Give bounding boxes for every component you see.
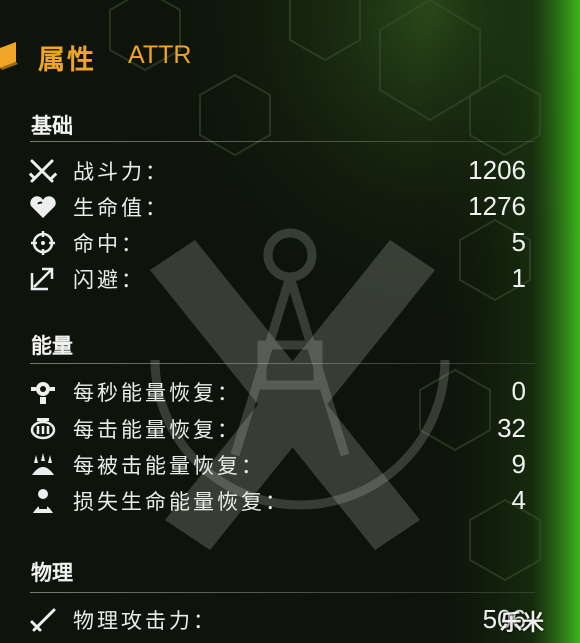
stat-value: 32 [497, 413, 526, 443]
dodge-arrow-icon [30, 267, 54, 291]
stat-label: 命中： [73, 232, 145, 256]
energy-per-hit-icon [30, 418, 56, 440]
section-divider [30, 141, 535, 142]
panel-title: 属性 [38, 45, 96, 76]
stat-label: 生命值： [73, 196, 169, 220]
crossed-swords-icon [28, 159, 58, 183]
stat-label: 战斗力： [73, 160, 169, 184]
section-title-energy: 能量 [31, 333, 73, 358]
crosshair-icon [31, 231, 55, 255]
stat-row-energy-on-hp-loss: 损失生命能量恢复： 4 [28, 484, 528, 518]
stat-value: 1 [511, 263, 526, 293]
site-watermark: 乐米 [500, 611, 545, 636]
stat-row-energy-per-hit: 每击能量恢复： 32 [28, 412, 528, 446]
stat-value: 0 [511, 376, 526, 406]
sword-icon [30, 608, 56, 632]
attribute-panel: 属性 ATTR 基础 战斗力： 1206 生命值： 1276 命中： 5 闪避：… [0, 0, 580, 643]
stat-row-energy-per-second: 每秒能量恢复： 0 [28, 375, 528, 409]
section-title-basic: 基础 [31, 113, 73, 138]
stat-row-energy-when-hit: 每被击能量恢复： 9 [28, 448, 528, 482]
panel-title-english: ATTR [128, 41, 192, 69]
cube-icon [0, 42, 18, 70]
stat-value: 5 [511, 227, 526, 257]
stat-value: 1206 [468, 155, 526, 185]
stat-label: 闪避： [73, 268, 145, 292]
stat-row-accuracy: 命中： 5 [28, 226, 528, 260]
section-divider [30, 363, 535, 364]
stat-row-combat-power: 战斗力： 1206 [28, 154, 528, 188]
stat-label: 物理攻击力： [73, 609, 217, 633]
stat-value: 9 [511, 449, 526, 479]
stat-row-physical-attack: 物理攻击力： 506 [28, 603, 528, 637]
stat-label: 每击能量恢复： [73, 418, 241, 442]
heart-icon [30, 196, 56, 218]
stat-row-hp: 生命值： 1276 [28, 190, 528, 224]
section-divider [30, 592, 535, 593]
energy-per-second-icon [31, 382, 55, 404]
energy-when-hit-icon [32, 453, 54, 475]
stat-value: 1276 [468, 191, 526, 221]
panel-header: 属性 ATTR [0, 28, 580, 88]
stat-label: 每被击能量恢复： [73, 454, 265, 478]
stat-label: 每秒能量恢复： [73, 381, 241, 405]
stat-row-dodge: 闪避： 1 [28, 262, 528, 296]
energy-on-hp-loss-icon [33, 489, 53, 513]
stat-label: 损失生命能量恢复： [73, 490, 289, 514]
stat-value: 4 [511, 485, 526, 515]
section-title-physical: 物理 [31, 560, 73, 585]
